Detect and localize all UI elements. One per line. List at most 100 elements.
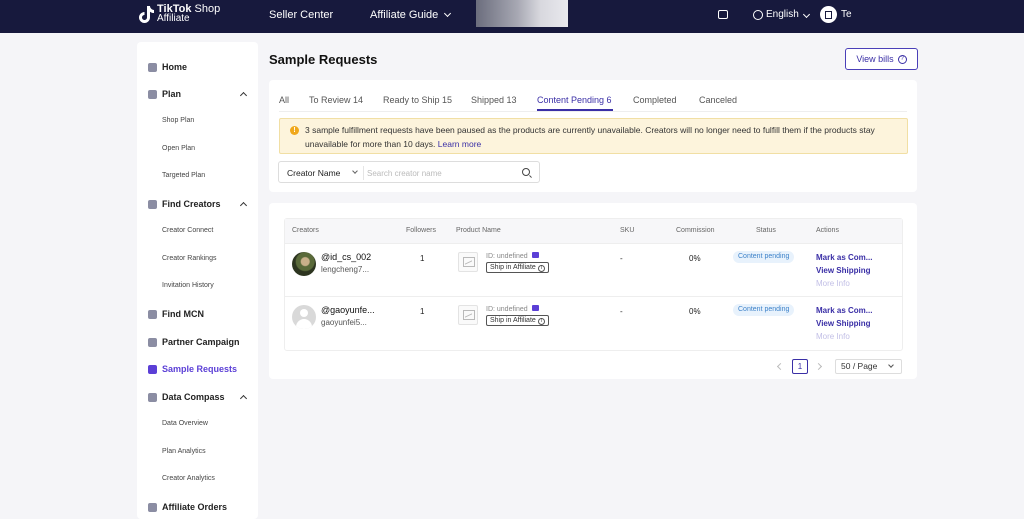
sidebar-item-creator-analytics[interactable]: Creator Analytics bbox=[162, 475, 215, 482]
sidebar-item-creator-rankings[interactable]: Creator Rankings bbox=[162, 255, 216, 262]
tab-content-pending[interactable]: Content Pending 6 bbox=[537, 95, 612, 105]
language-selector[interactable]: English bbox=[753, 9, 810, 20]
creator-handle[interactable]: @gaoyunfe... bbox=[321, 305, 375, 315]
table-row: @gaoyunfe... gaoyunfei5... 1 ID: undefin… bbox=[285, 296, 902, 349]
ship-tag-label: Ship in Affiliate bbox=[490, 264, 536, 271]
active-tab-indicator bbox=[537, 109, 613, 111]
learn-more-link[interactable]: Learn more bbox=[438, 139, 481, 149]
shop-avatar-icon[interactable] bbox=[820, 6, 837, 23]
warning-icon: ! bbox=[290, 126, 299, 135]
results-card: Creators Followers Product Name SKU Comm… bbox=[269, 203, 917, 379]
sku-value: - bbox=[620, 254, 623, 263]
nav-affiliate-guide[interactable]: Affiliate Guide bbox=[370, 9, 452, 21]
view-bills-button[interactable]: View bills ? bbox=[845, 48, 918, 70]
sidebar-item-plan[interactable]: Plan bbox=[137, 87, 258, 101]
banner-text: 3 sample fulfillment requests have been … bbox=[305, 123, 903, 151]
search-input[interactable] bbox=[367, 165, 515, 181]
chevron-down-icon bbox=[352, 168, 358, 174]
followers-count: 1 bbox=[420, 307, 425, 316]
sidebar-item-targeted-plan[interactable]: Targeted Plan bbox=[162, 172, 205, 179]
sidebar-item-home[interactable]: Home bbox=[137, 60, 258, 74]
username[interactable]: Te bbox=[841, 9, 852, 20]
commission-value: 0% bbox=[689, 254, 701, 263]
sidebar-item-affiliate-orders[interactable]: Affiliate Orders bbox=[137, 500, 258, 514]
creator-name: gaoyunfei5... bbox=[321, 318, 367, 327]
tiktok-shop-affiliate-logo[interactable]: TikTok Shop Affiliate bbox=[138, 4, 220, 24]
prev-page-icon[interactable] bbox=[776, 362, 785, 371]
sidebar-item-open-plan[interactable]: Open Plan bbox=[162, 145, 195, 152]
column-header-followers: Followers bbox=[406, 227, 436, 234]
message-icon[interactable] bbox=[718, 10, 728, 19]
sample-requests-table: Creators Followers Product Name SKU Comm… bbox=[284, 218, 903, 351]
creator-handle[interactable]: @id_cs_002 bbox=[321, 252, 371, 262]
product-id-text: ID: undefined bbox=[486, 306, 528, 313]
tab-ready-to-ship[interactable]: Ready to Ship 15 bbox=[383, 95, 452, 105]
sidebar-item-creator-connect[interactable]: Creator Connect bbox=[162, 227, 213, 234]
nav-seller-center[interactable]: Seller Center bbox=[269, 9, 333, 21]
sidebar-item-plan-analytics[interactable]: Plan Analytics bbox=[162, 448, 206, 455]
ship-in-affiliate-tag: Ship in Affiliate i bbox=[486, 262, 549, 273]
tab-shipped[interactable]: Shipped 13 bbox=[471, 95, 517, 105]
sidebar-item-data-overview[interactable]: Data Overview bbox=[162, 420, 208, 427]
chevron-down-icon bbox=[444, 9, 452, 18]
filter-field-select[interactable]: Creator Name bbox=[287, 168, 340, 178]
home-icon bbox=[148, 62, 157, 72]
view-shipping-link[interactable]: View Shipping bbox=[816, 266, 871, 275]
more-info-link[interactable]: More Info bbox=[816, 279, 850, 288]
tab-completed[interactable]: Completed bbox=[633, 95, 677, 105]
globe-icon bbox=[753, 9, 763, 20]
tab-to-review[interactable]: To Review 14 bbox=[309, 95, 363, 105]
help-icon: ? bbox=[897, 54, 907, 64]
commission-value: 0% bbox=[689, 307, 701, 316]
plan-icon bbox=[148, 89, 157, 99]
sku-value: - bbox=[620, 307, 623, 316]
redacted-area bbox=[476, 0, 568, 27]
ship-in-affiliate-tag: Ship in Affiliate i bbox=[486, 315, 549, 326]
sidebar-item-sample-requests[interactable]: Sample Requests bbox=[137, 362, 258, 376]
sidebar-item-label: Plan bbox=[162, 89, 182, 99]
tab-canceled[interactable]: Canceled bbox=[699, 95, 737, 105]
search-icon[interactable] bbox=[522, 168, 530, 176]
info-icon[interactable]: i bbox=[537, 318, 545, 325]
sidebar-item-shop-plan[interactable]: Shop Plan bbox=[162, 117, 194, 124]
status-badge: Content pending bbox=[733, 304, 795, 316]
view-shipping-link[interactable]: View Shipping bbox=[816, 319, 871, 328]
sidebar-item-find-mcn[interactable]: Find MCN bbox=[137, 307, 258, 321]
filters-card: All To Review 14 Ready to Ship 15 Shippe… bbox=[269, 80, 917, 192]
page-number-button[interactable]: 1 bbox=[792, 359, 808, 374]
product-image-placeholder-icon bbox=[458, 252, 478, 272]
creator-avatar[interactable] bbox=[292, 252, 316, 276]
status-badge: Content pending bbox=[733, 251, 795, 263]
sidebar-item-invitation-history[interactable]: Invitation History bbox=[162, 282, 214, 289]
mark-as-complete-link[interactable]: Mark as Com... bbox=[816, 253, 872, 262]
nav-affiliate-guide-label: Affiliate Guide bbox=[370, 9, 439, 21]
page-size-label: 50 / Page bbox=[841, 361, 878, 371]
next-page-icon[interactable] bbox=[814, 362, 823, 371]
sidebar: Home Plan Shop Plan Open Plan Targeted P… bbox=[137, 42, 258, 519]
tab-all[interactable]: All bbox=[279, 95, 289, 105]
info-icon[interactable]: i bbox=[537, 265, 545, 272]
column-header-actions: Actions bbox=[816, 227, 839, 234]
sidebar-item-label: Affiliate Orders bbox=[162, 502, 228, 512]
redacted-username bbox=[852, 8, 902, 18]
tiktok-logo-icon bbox=[139, 6, 154, 23]
more-info-link[interactable]: More Info bbox=[816, 332, 850, 341]
creator-search-filter: Creator Name bbox=[278, 161, 540, 183]
compass-icon bbox=[148, 392, 157, 402]
sidebar-item-label: Find Creators bbox=[162, 199, 221, 209]
creator-avatar[interactable] bbox=[292, 305, 316, 329]
product-badge-icon bbox=[531, 305, 539, 311]
page-size-select[interactable]: 50 / Page bbox=[835, 359, 902, 374]
column-header-sku: SKU bbox=[620, 227, 635, 234]
banner-message: 3 sample fulfillment requests have been … bbox=[305, 125, 875, 149]
product-badge-icon bbox=[531, 252, 539, 258]
sidebar-item-label: Home bbox=[162, 62, 188, 72]
sidebar-item-partner-campaign[interactable]: Partner Campaign bbox=[137, 335, 258, 349]
view-bills-label: View bills bbox=[856, 54, 894, 64]
product-image-placeholder-icon bbox=[458, 305, 478, 325]
sidebar-item-find-creators[interactable]: Find Creators bbox=[137, 197, 258, 211]
product-id: ID: undefined bbox=[486, 305, 539, 313]
mark-as-complete-link[interactable]: Mark as Com... bbox=[816, 306, 872, 315]
sidebar-item-data-compass[interactable]: Data Compass bbox=[137, 390, 258, 404]
page-title: Sample Requests bbox=[269, 52, 378, 67]
